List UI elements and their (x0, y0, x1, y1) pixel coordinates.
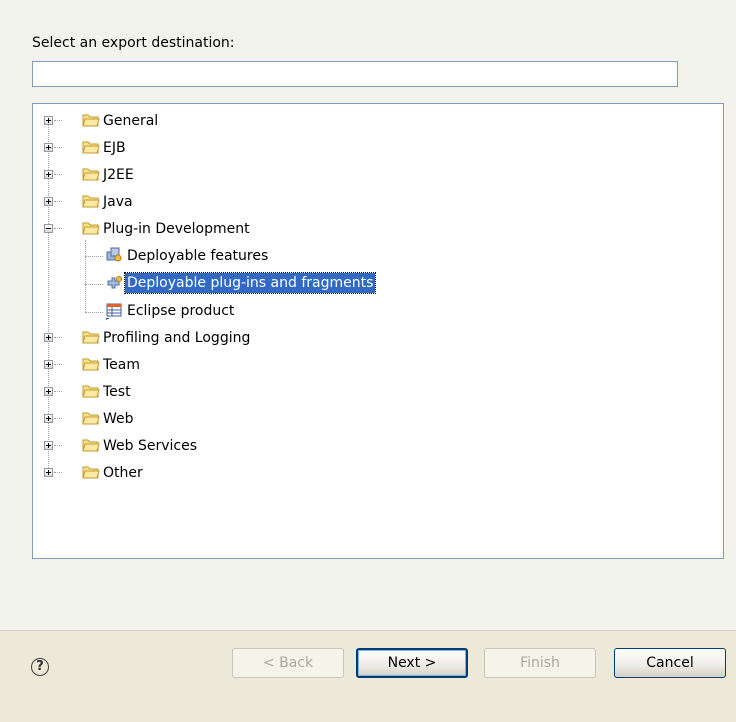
folder-icon (82, 141, 100, 154)
expand-toggle-web-services[interactable] (44, 441, 53, 450)
tree-item-team[interactable]: Team (101, 355, 142, 375)
collapse-toggle-plugin-development[interactable] (44, 224, 53, 233)
export-destination-prompt: Select an export destination: (32, 35, 235, 51)
expand-toggle-profiling-logging[interactable] (44, 333, 53, 342)
cancel-button[interactable]: Cancel (614, 648, 726, 678)
tree-connector-line (54, 445, 62, 447)
expand-toggle-j2ee[interactable] (44, 170, 53, 179)
folder-icon (82, 114, 100, 127)
folder-icon (82, 439, 100, 452)
tree-item-general[interactable]: General (101, 111, 160, 131)
features-icon (106, 247, 122, 262)
plugin-icon (107, 276, 122, 289)
tree-item-java[interactable]: Java (101, 192, 135, 212)
tree-item-profiling-logging[interactable]: Profiling and Logging (101, 328, 252, 348)
tree-connector-line (85, 284, 103, 286)
expand-toggle-test[interactable] (44, 387, 53, 396)
help-icon[interactable]: ? (31, 658, 49, 676)
tree-connector-line (54, 472, 62, 474)
folder-icon (82, 412, 100, 425)
tree-item-j2ee[interactable]: J2EE (101, 165, 136, 185)
tree-connector-line (54, 364, 62, 366)
tree-item-deployable-features[interactable]: Deployable features (125, 246, 270, 266)
next-button[interactable]: Next > (356, 648, 468, 678)
expand-toggle-java[interactable] (44, 197, 53, 206)
folder-icon (82, 466, 100, 479)
tree-connector-line (54, 147, 62, 149)
tree-connector-line (54, 418, 62, 420)
tree-item-test[interactable]: Test (101, 382, 133, 402)
expand-toggle-web[interactable] (44, 414, 53, 423)
expand-toggle-team[interactable] (44, 360, 53, 369)
tree-connector-line (54, 201, 62, 203)
tree-connector-line (54, 337, 62, 339)
back-button[interactable]: < Back (232, 648, 344, 678)
tree-connector-line (54, 228, 62, 230)
tree-connector-line (85, 312, 103, 314)
tree-item-deployable-plugins[interactable]: Deployable plug-ins and fragments (123, 272, 377, 294)
folder-icon (82, 331, 100, 344)
tree-connector-line (54, 391, 62, 393)
folder-icon (82, 168, 100, 181)
filter-input[interactable] (32, 61, 678, 87)
tree-connector-line (85, 256, 103, 258)
tree-item-plugin-development[interactable]: Plug-in Development (101, 219, 252, 239)
folder-icon (82, 385, 100, 398)
tree-connector-line (85, 240, 87, 312)
tree-item-eclipse-product[interactable]: Eclipse product (125, 301, 236, 321)
tree-item-web[interactable]: Web (101, 409, 136, 429)
product-icon (106, 303, 122, 320)
tree-connector-line (54, 174, 62, 176)
expand-toggle-general[interactable] (44, 116, 53, 125)
finish-button[interactable]: Finish (484, 648, 596, 678)
expand-toggle-ejb[interactable] (44, 143, 53, 152)
tree-item-web-services[interactable]: Web Services (101, 436, 199, 456)
folder-icon (82, 358, 100, 371)
tree-item-other[interactable]: Other (101, 463, 145, 483)
divider (0, 630, 736, 631)
tree-connector-line (54, 120, 62, 122)
tree-item-ejb[interactable]: EJB (101, 138, 128, 158)
folder-open-icon (82, 222, 100, 235)
folder-icon (82, 195, 100, 208)
expand-toggle-other[interactable] (44, 468, 53, 477)
export-wizard-tree[interactable]: General EJB J2EE Java Plug-in Developmen… (32, 103, 724, 559)
